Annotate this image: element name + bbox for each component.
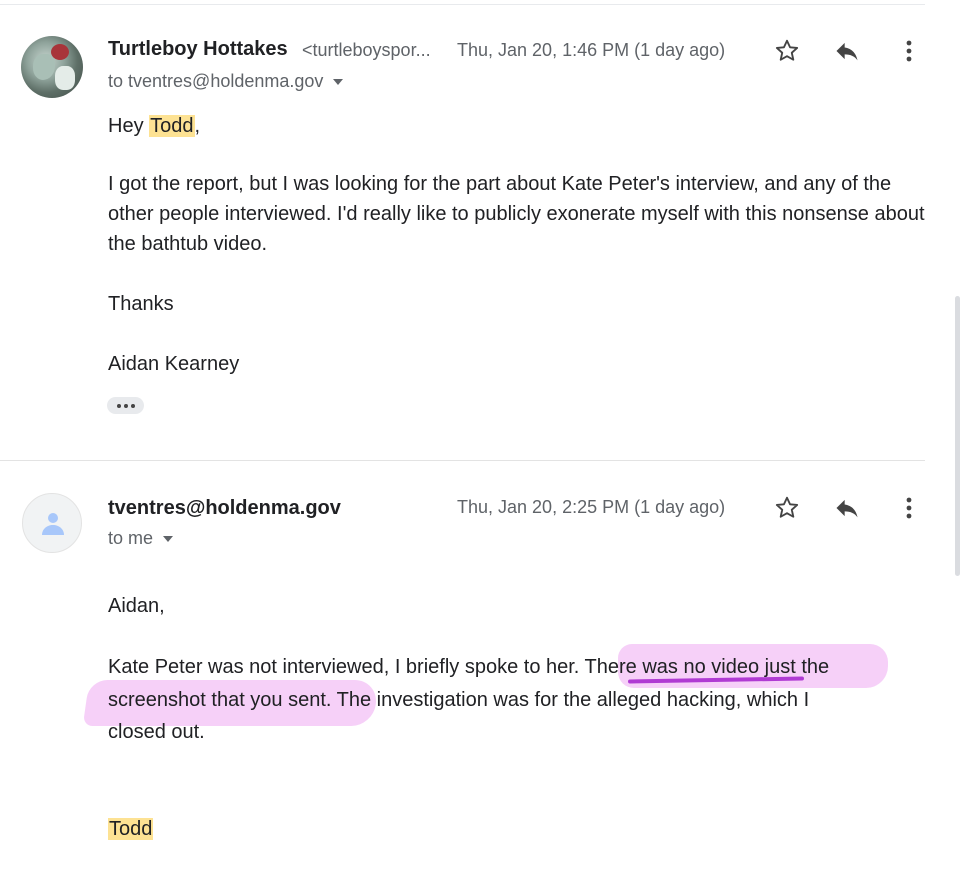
recipients-line[interactable]: to tventres@holdenma.gov [108,71,344,92]
body-line-2: other people interviewed. I'd really lik… [108,203,925,225]
highlighted-name: Todd [108,818,154,840]
body2-line-3: closed out. [108,721,205,743]
body-line-1: I got the report, but I was looking for … [108,173,892,195]
sender-avatar-default[interactable] [22,493,82,553]
person-icon [42,513,64,535]
closing: Thanks [108,293,174,315]
reply-icon[interactable] [830,34,864,68]
message-1[interactable]: Turtleboy Hottakes <turtleboyspor... Thu… [0,0,960,460]
greeting-2: Aidan, [108,595,165,617]
more-vert-icon[interactable] [892,491,926,525]
star-icon[interactable] [770,491,804,525]
message-divider [0,460,925,461]
signature: Aidan Kearney [108,353,240,375]
scrollbar[interactable] [955,296,960,576]
greeting: Hey Todd, [108,115,201,137]
more-vert-icon[interactable] [892,34,926,68]
recipients-text-2: to me [108,528,154,548]
message-date-2: Thu, Jan 20, 2:25 PM (1 day ago) [457,497,726,517]
body-line-3: the bathtub video. [108,233,268,255]
ellipsis-icon [116,403,121,408]
highlighted-name: Todd [149,115,195,137]
recipients-line-2[interactable]: to me [108,528,174,549]
reply-icon[interactable] [830,491,864,525]
chevron-down-icon[interactable] [163,536,174,543]
star-icon[interactable] [770,34,804,68]
show-trimmed-content-button[interactable] [107,397,144,414]
body2-line-2: screenshot that you sent. The investigat… [108,689,810,711]
sender-name[interactable]: Turtleboy Hottakes [108,38,288,61]
chevron-down-icon[interactable] [333,79,344,86]
sender-name-2[interactable]: tventres@holdenma.gov [108,497,341,520]
body2-line-1: Kate Peter was not interviewed, I briefl… [108,656,830,678]
signature-2: Todd [108,814,154,844]
recipients-text: to tventres@holdenma.gov [108,71,324,91]
message-date: Thu, Jan 20, 1:46 PM (1 day ago) [457,40,726,60]
sender-avatar[interactable] [21,36,83,98]
email-thread: Turtleboy Hottakes <turtleboyspor... Thu… [0,0,960,896]
sender-email: <turtleboyspor... [302,40,431,60]
